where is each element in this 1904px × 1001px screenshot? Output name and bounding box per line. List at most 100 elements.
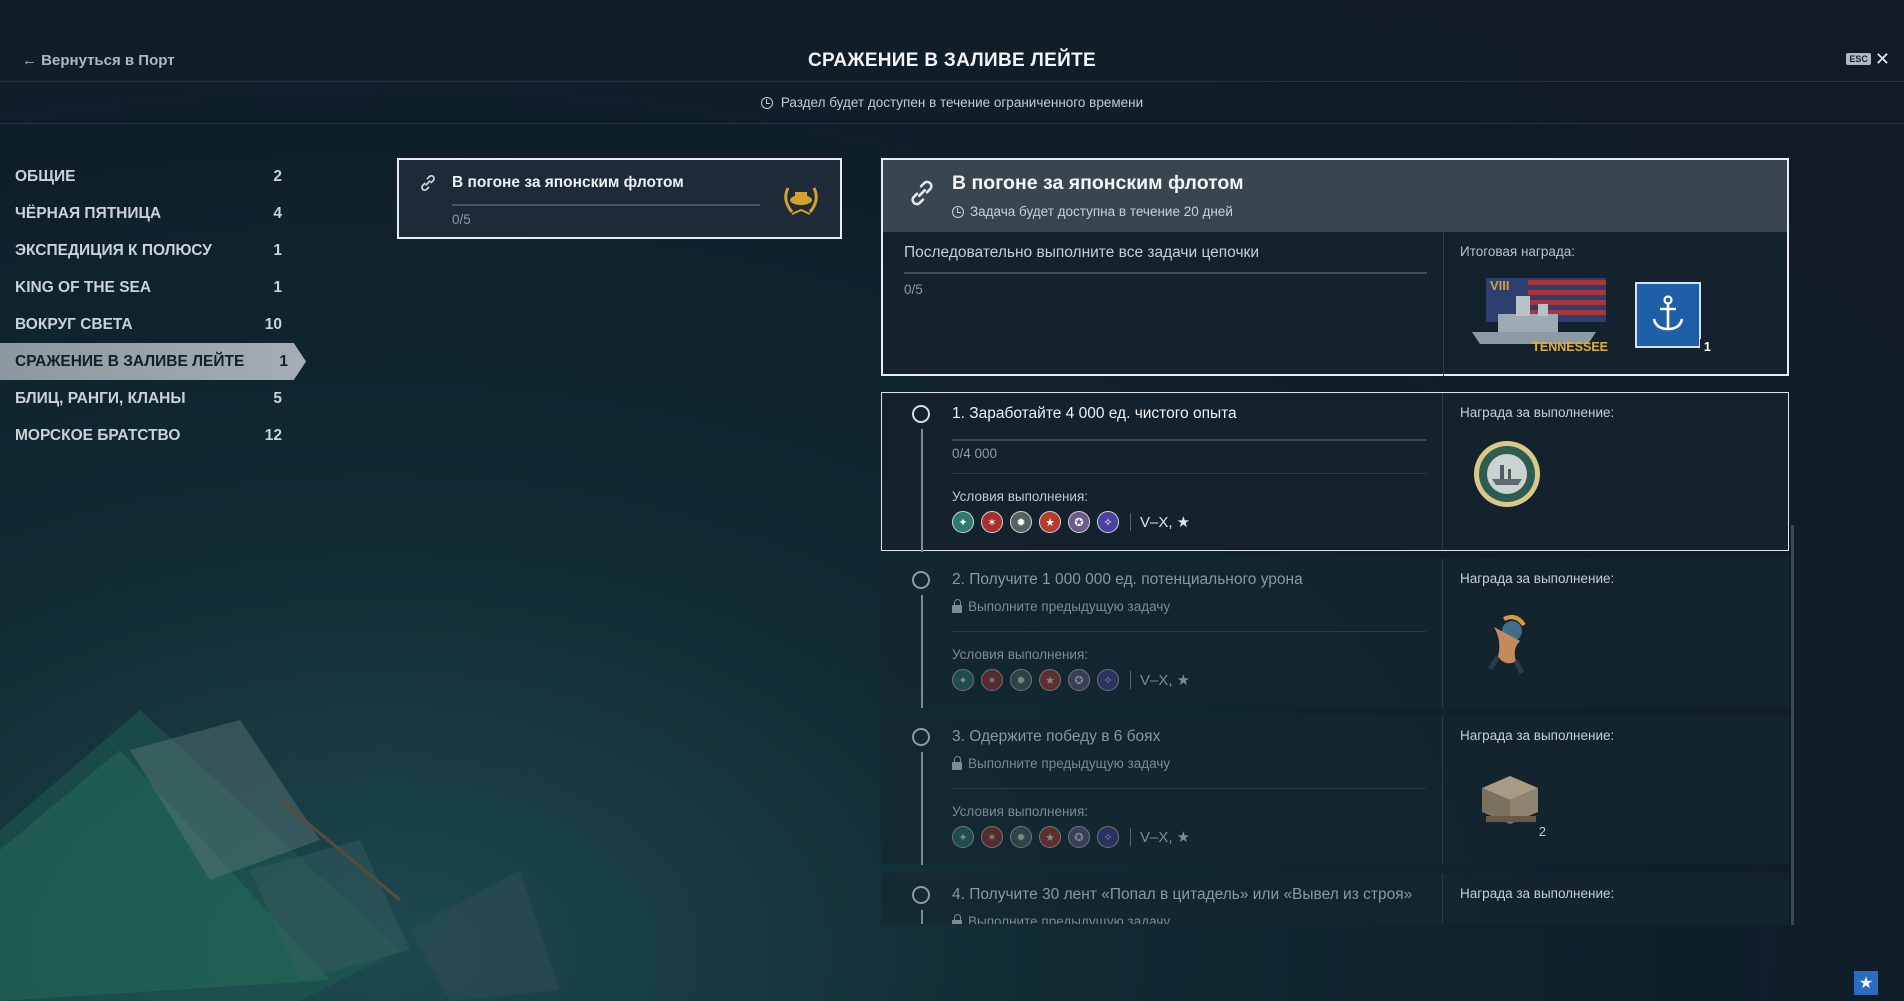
chain-link-icon: [905, 176, 939, 215]
top-bar: ← Вернуться в Порт СРАЖЕНИЕ В ЗАЛИВЕ ЛЕЙ…: [0, 0, 1904, 82]
sidebar-item-label: ЭКСПЕДИЦИЯ К ПОЛЮСУ: [15, 241, 212, 259]
task-item[interactable]: 1. Заработайте 4 000 ед. чистого опыта 0…: [881, 392, 1789, 552]
nation-pan-america-icon: ✪: [1068, 669, 1090, 691]
battle-of-leyte-gulf-patch-icon[interactable]: [1472, 439, 1542, 514]
sidebar-item-label: БЛИЦ, РАНГИ, КЛАНЫ: [15, 389, 186, 407]
chain-detail-header: В погоне за японским флотом Задача будет…: [883, 160, 1787, 232]
nation-pan-asia-icon: ✦: [952, 669, 974, 691]
close-control[interactable]: ESC ✕: [1846, 50, 1890, 68]
reward-anchor-flag[interactable]: 1: [1635, 282, 1715, 354]
task-status-circle[interactable]: [912, 728, 930, 746]
task-title: 3. Одержите победу в 6 боях: [952, 728, 1161, 745]
chain-progress-bar: [904, 272, 1427, 274]
task-locked-note: Выполните предыдущую задачу: [952, 914, 1171, 925]
nation-commonwealth-icon: ✹: [1010, 511, 1032, 533]
chain-detail-panel: В погоне за японским флотом Задача будет…: [881, 158, 1789, 376]
chain-card[interactable]: В погоне за японским флотом 0/5: [397, 158, 842, 239]
task-progress: 0/4 000: [952, 446, 998, 461]
pinup-patch-icon[interactable]: [1472, 607, 1544, 684]
sidebar-item-count: 1: [273, 241, 282, 259]
final-reward-label: Итоговая награда:: [1460, 244, 1576, 259]
task-title: 1. Заработайте 4 000 ед. чистого опыта: [952, 405, 1237, 422]
divider: [1442, 393, 1443, 550]
task-reward-label: Награда за выполнение:: [1460, 571, 1615, 586]
background-map-decoration: [0, 710, 560, 1001]
nation-europe-icon: ✧: [1097, 669, 1119, 691]
divider: [952, 473, 1426, 474]
task-reward-label: Награда за выполнение:: [1460, 886, 1615, 901]
sidebar-item-label: МОРСКОЕ БРАТСТВО: [15, 426, 181, 444]
nation-pan-america-icon: ✪: [1068, 826, 1090, 848]
favorite-star-button[interactable]: ★: [1854, 971, 1878, 995]
task-locked-text: Выполните предыдущую задачу: [968, 914, 1171, 925]
nation-pan-america-icon: ✪: [1068, 511, 1090, 533]
task-locked-text: Выполните предыдущую задачу: [968, 756, 1171, 771]
chain-description: Последовательно выполните все задачи цеп…: [904, 244, 1259, 261]
conditions-icons: ✦ ✶ ✹ ★ ✪ ✧ V–X, ★: [952, 826, 1190, 848]
lock-icon: [952, 756, 962, 770]
chain-progress: 0/5: [904, 282, 923, 297]
clock-icon: [760, 96, 773, 109]
task-item[interactable]: 3. Одержите победу в 6 боях Выполните пр…: [881, 715, 1789, 865]
sidebar-item[interactable]: БЛИЦ, РАНГИ, КЛАНЫ 5: [0, 380, 300, 417]
conditions-icons: ✦ ✶ ✹ ★ ✪ ✧ V–X, ★: [952, 511, 1190, 533]
sidebar-item-count: 2: [273, 167, 282, 185]
page-title: СРАЖЕНИЕ В ЗАЛИВЕ ЛЕЙТЕ: [808, 50, 1096, 71]
sidebar-item[interactable]: KING OF THE SEA 1: [0, 269, 300, 306]
task-item[interactable]: 4. Получите 30 лент «Попал в цитадель» и…: [881, 873, 1789, 925]
task-connector-line: [921, 595, 923, 708]
divider: [1443, 232, 1444, 376]
sidebar: ОБЩИЕ 2 ЧЁРНАЯ ПЯТНИЦА 4 ЭКСПЕДИЦИЯ К ПОЛЮСУ…: [0, 158, 316, 454]
chain-link-icon: [417, 172, 439, 199]
task-status-circle[interactable]: [912, 405, 930, 423]
divider: [1442, 874, 1443, 924]
nation-ussr-icon: ✶: [981, 826, 1003, 848]
sidebar-item-count: 1: [273, 278, 282, 296]
task-locked-note: Выполните предыдущую задачу: [952, 599, 1170, 614]
sidebar-item[interactable]: ОБЩИЕ 2: [0, 158, 300, 195]
sidebar-item[interactable]: ЭКСПЕДИЦИЯ К ПОЛЮСУ 1: [0, 232, 300, 269]
conditions-label: Условия выполнения:: [952, 489, 1089, 504]
divider: [952, 788, 1426, 789]
tier-range: V–X, ★: [1130, 671, 1190, 689]
sidebar-item-count: 4: [273, 204, 282, 222]
tier-range: V–X, ★: [1130, 513, 1190, 531]
sidebar-item-label: ВОКРУГ СВЕТА: [15, 315, 133, 333]
task-status-circle[interactable]: [912, 571, 930, 589]
divider: [952, 631, 1426, 632]
sidebar-item-label: ЧЁРНАЯ ПЯТНИЦА: [15, 204, 162, 222]
nation-europe-icon: ✧: [1097, 511, 1119, 533]
conditions-label: Условия выполнения:: [952, 647, 1089, 662]
chain-detail-subtitle-text: Задача будет доступна в течение 20 дней: [970, 204, 1233, 219]
task-item[interactable]: 2. Получите 1 000 000 ед. потенциального…: [881, 558, 1789, 708]
sidebar-item[interactable]: ЧЁРНАЯ ПЯТНИЦА 4: [0, 195, 300, 232]
ship-name: TENNESSEE: [1532, 340, 1608, 354]
nation-commonwealth-icon: ✹: [1010, 669, 1032, 691]
supply-container-icon[interactable]: 2: [1472, 766, 1548, 841]
scrollbar[interactable]: [1791, 525, 1794, 925]
close-icon[interactable]: ✕: [1875, 50, 1890, 68]
lock-icon: [952, 599, 962, 613]
task-locked-note: Выполните предыдущую задачу: [952, 756, 1170, 771]
chain-card-progress: 0/5: [452, 212, 471, 227]
sidebar-item-label: KING OF THE SEA: [15, 278, 152, 296]
reward-ship-tennessee[interactable]: VIII TENNESSEE: [1468, 274, 1612, 356]
sidebar-item-count: 10: [264, 315, 282, 333]
ship-tier: VIII: [1490, 278, 1510, 293]
sidebar-item[interactable]: МОРСКОЕ БРАТСТВО 12: [0, 417, 300, 454]
task-connector-line: [921, 752, 923, 865]
sidebar-item[interactable]: СРАЖЕНИЕ В ЗАЛИВЕ ЛЕЙТЕ 1: [0, 343, 306, 380]
sidebar-item-label: ОБЩИЕ: [15, 167, 76, 185]
task-reward-label: Награда за выполнение:: [1460, 405, 1615, 420]
sidebar-item[interactable]: ВОКРУГ СВЕТА 10: [0, 306, 300, 343]
chain-detail-title: В погоне за японским флотом: [952, 172, 1244, 194]
task-locked-text: Выполните предыдущую задачу: [968, 599, 1171, 614]
nation-commonwealth-icon: ✹: [1010, 826, 1032, 848]
limited-time-notice-text: Раздел будет доступен в течение ограниче…: [780, 95, 1144, 110]
tier-range: V–X, ★: [1130, 828, 1190, 846]
task-reward-label: Награда за выполнение:: [1460, 728, 1615, 743]
nation-pan-asia-icon: ✦: [952, 826, 974, 848]
limited-time-notice: Раздел будет доступен в течение ограниче…: [0, 82, 1904, 124]
task-status-circle[interactable]: [912, 886, 930, 904]
sidebar-item-count: 12: [264, 426, 282, 444]
